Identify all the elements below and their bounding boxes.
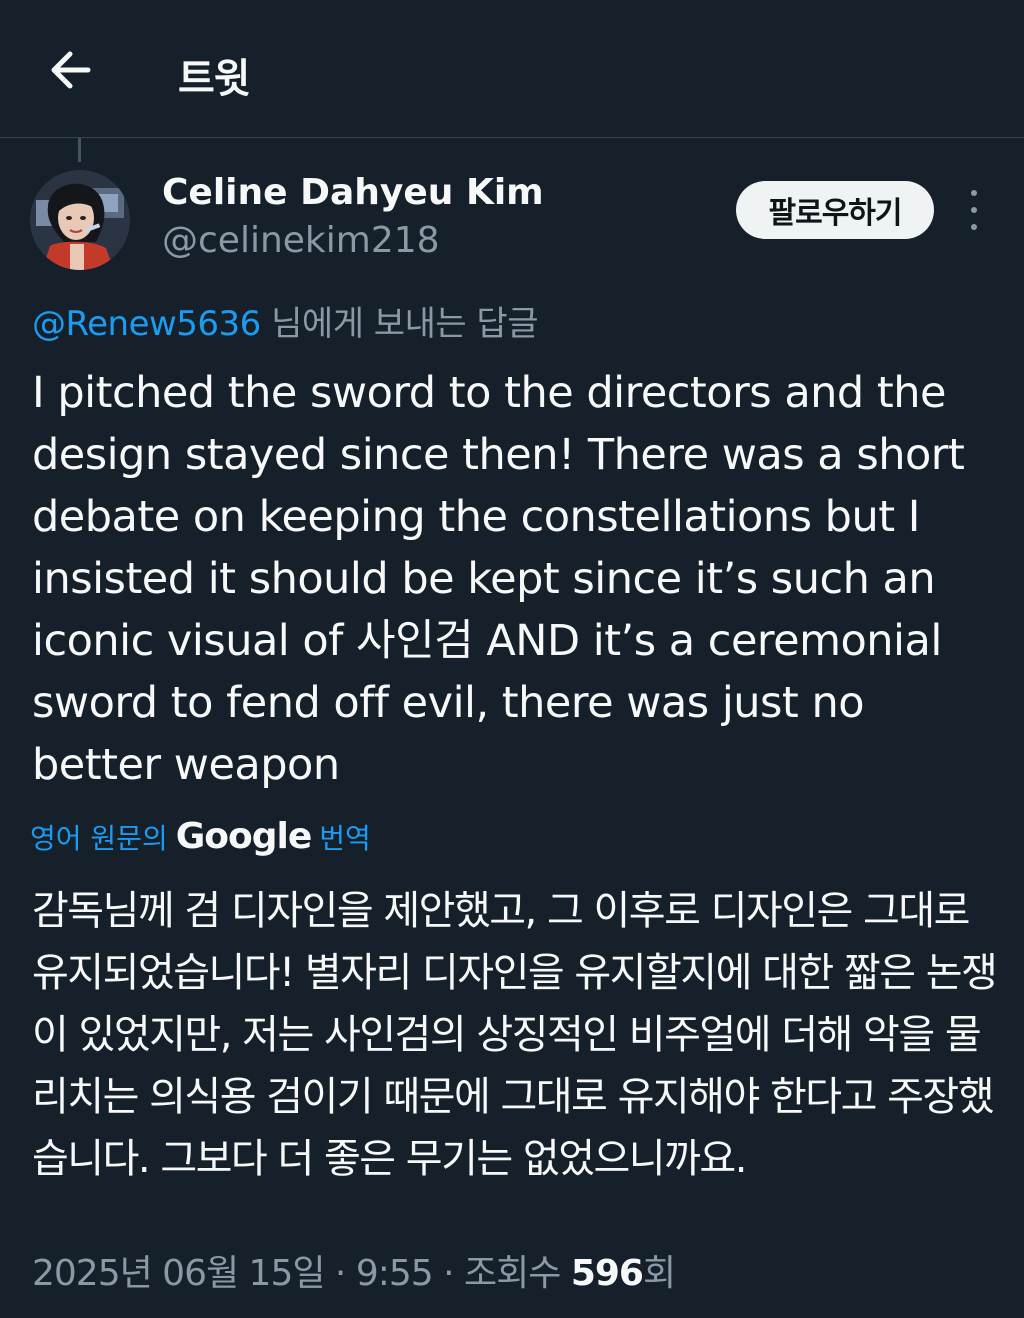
meta-separator: ·	[432, 1253, 465, 1294]
google-logo: Google	[175, 816, 313, 857]
tweet-date[interactable]: 2025년 06월 15일	[32, 1253, 325, 1294]
avatar-illustration	[30, 170, 130, 270]
page-title: 트윗	[178, 56, 251, 102]
avatar[interactable]	[30, 170, 130, 270]
author-name[interactable]: Celine Dahyeu Kim	[162, 172, 544, 213]
top-bar: 트윗	[0, 0, 1024, 138]
reply-handle-link[interactable]: @Renew5636	[32, 304, 261, 344]
more-options-button[interactable]	[960, 190, 988, 230]
more-vertical-icon-dot	[971, 224, 977, 230]
follow-button[interactable]: 팔로우하기	[736, 181, 934, 239]
more-vertical-icon	[971, 190, 977, 196]
tweet-detail-page: 트윗 Celine Dahyeu Kim @celinekim218 팔로우하기…	[0, 0, 1024, 1318]
reply-suffix: 님에게 보내는 답글	[260, 304, 538, 344]
translate-source-label: 영어 원문의	[30, 821, 168, 855]
meta-separator: ·	[324, 1253, 356, 1294]
arrow-left-icon	[51, 51, 91, 89]
translation-attribution: 영어 원문의 Google 번역	[30, 816, 371, 857]
tweet-time[interactable]: 9:55	[356, 1253, 434, 1294]
translate-link[interactable]: 번역	[319, 817, 371, 857]
thread-connector	[78, 138, 81, 162]
tweet-text: I pitched the sword to the directors and…	[32, 368, 965, 790]
translated-text: 감독님께 검 디자인을 제안했고, 그 이후로 디자인은 그대로 유지되었습니다…	[32, 888, 998, 1182]
tweet-metadata: 2025년 06월 15일 · 9:55 · 조회수 596회	[32, 1244, 676, 1296]
views-suffix: 회	[642, 1253, 676, 1294]
replying-to: @Renew5636 님에게 보내는 답글	[32, 296, 539, 345]
more-vertical-icon-dot	[971, 207, 977, 213]
views-count: 596	[570, 1253, 644, 1294]
views-label: 조회수	[464, 1253, 571, 1294]
author-handle[interactable]: @celinekim218	[162, 220, 440, 261]
back-button[interactable]	[44, 44, 96, 96]
